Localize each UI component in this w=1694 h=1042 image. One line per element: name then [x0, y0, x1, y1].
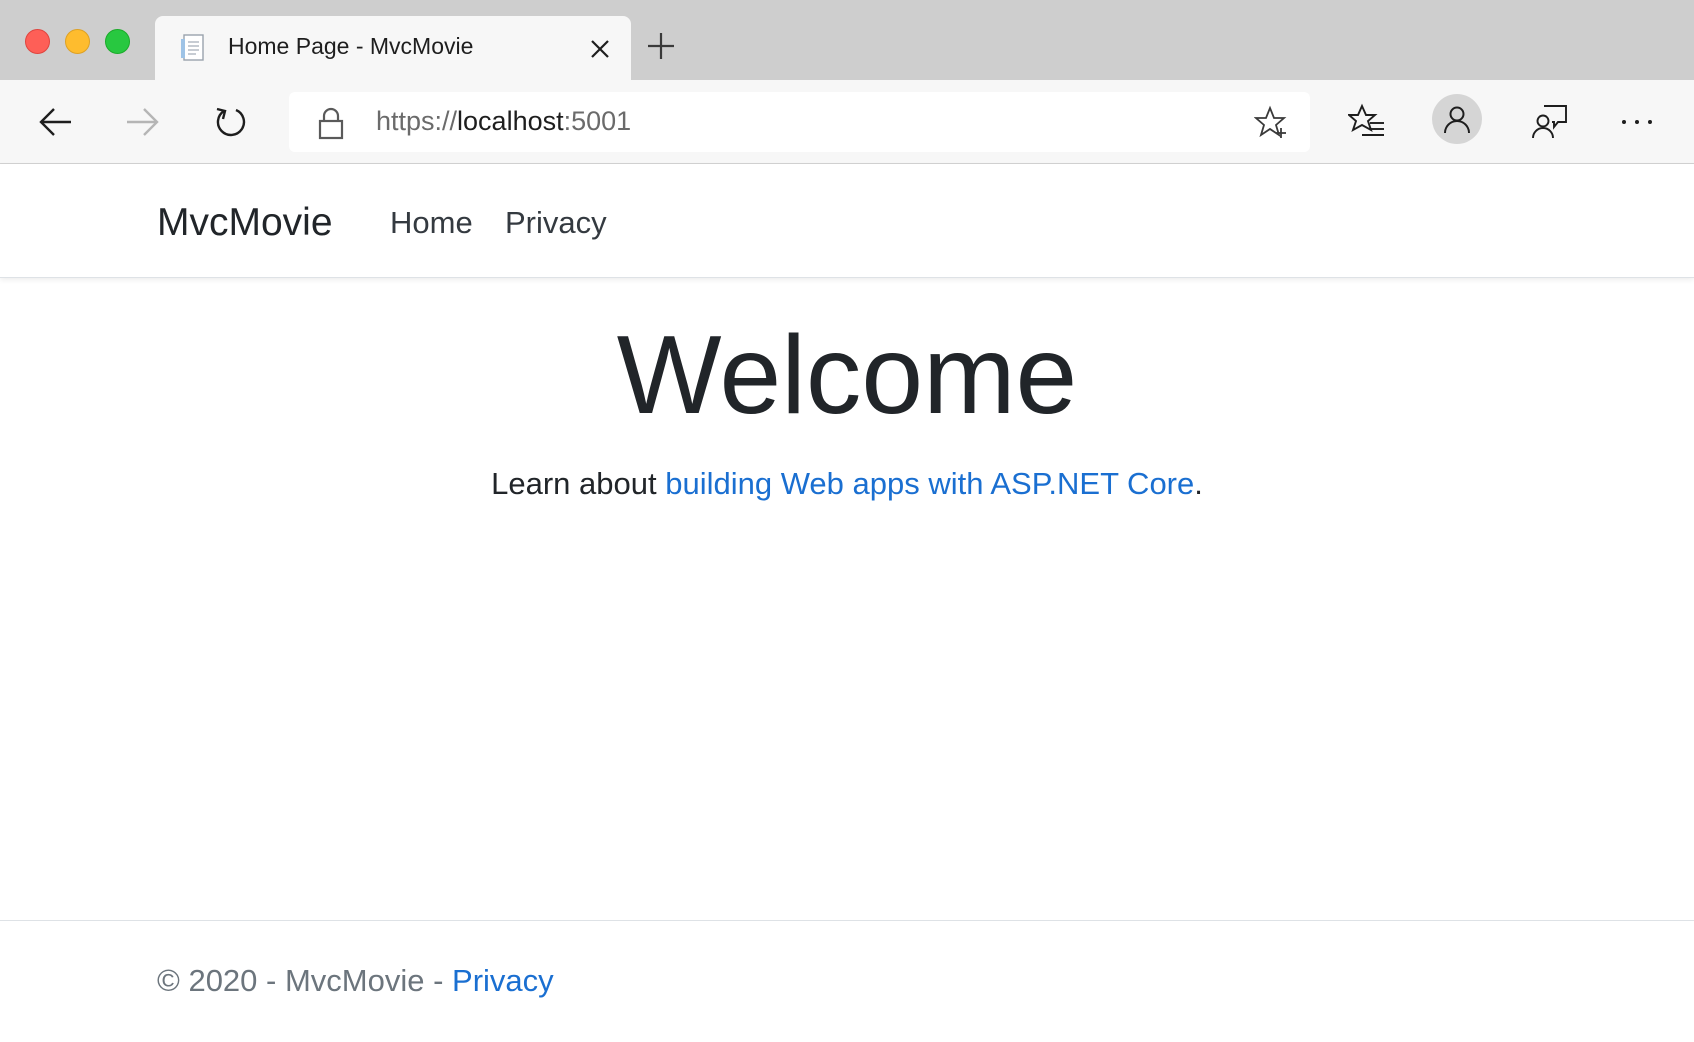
footer-privacy-link[interactable]: Privacy	[452, 963, 554, 998]
site-navbar: MvcMovie Home Privacy	[0, 164, 1694, 278]
tab-home-page[interactable]: Home Page - MvcMovie	[155, 16, 631, 80]
url-port: :5001	[563, 106, 632, 136]
plus-icon[interactable]	[645, 30, 677, 62]
brand-link[interactable]: MvcMovie	[157, 201, 333, 245]
refresh-icon	[216, 107, 246, 137]
profile-button[interactable]	[1432, 94, 1482, 144]
ellipsis-icon	[1622, 120, 1652, 124]
arrow-right-icon	[127, 108, 159, 136]
tab-title: Home Page - MvcMovie	[228, 33, 474, 59]
more-button[interactable]	[1614, 99, 1660, 145]
copyright-text: © 2020 - MvcMovie -	[157, 963, 453, 998]
close-window-button[interactable]	[25, 29, 50, 54]
intro-prefix: Learn about	[491, 466, 666, 501]
back-button[interactable]	[33, 99, 79, 145]
tab-strip: Home Page - MvcMovie	[0, 0, 1694, 80]
url-text[interactable]: https://localhost:5001	[376, 106, 631, 137]
footer-text: © 2020 - MvcMovie - Privacy	[157, 963, 554, 999]
favorites-list-icon	[1348, 103, 1384, 136]
minimize-window-button[interactable]	[65, 29, 90, 54]
person-icon	[1444, 106, 1470, 134]
url-host: localhost	[457, 106, 564, 136]
lock-icon[interactable]	[316, 106, 346, 140]
nav-home-link[interactable]: Home	[390, 205, 473, 241]
favorites-button[interactable]	[1344, 99, 1390, 145]
feedback-icon	[1532, 105, 1567, 139]
aspnet-docs-link[interactable]: building Web apps with ASP.NET Core	[665, 466, 1194, 501]
maximize-window-button[interactable]	[105, 29, 130, 54]
page-title: Welcome	[616, 313, 1078, 437]
feedback-button[interactable]	[1527, 99, 1573, 145]
page-viewport: MvcMovie Home Privacy Welcome Learn abou…	[0, 164, 1694, 1042]
browser-toolbar: https://localhost:5001	[0, 80, 1694, 164]
site-footer: © 2020 - MvcMovie - Privacy	[0, 920, 1694, 1042]
page-document-icon	[181, 34, 204, 61]
close-icon[interactable]	[587, 36, 613, 62]
forward-button[interactable]	[119, 99, 165, 145]
intro-text: Learn about building Web apps with ASP.N…	[0, 466, 1694, 502]
refresh-button[interactable]	[208, 99, 254, 145]
browser-window: Home Page - MvcMovie https://localhost:5…	[0, 0, 1694, 1042]
arrow-left-icon	[39, 108, 71, 136]
intro-suffix: .	[1194, 466, 1203, 501]
url-scheme: https://	[376, 106, 458, 136]
star-plus-icon[interactable]	[1254, 105, 1290, 141]
nav-privacy-link[interactable]: Privacy	[505, 205, 607, 241]
address-bar[interactable]: https://localhost:5001	[289, 92, 1310, 152]
